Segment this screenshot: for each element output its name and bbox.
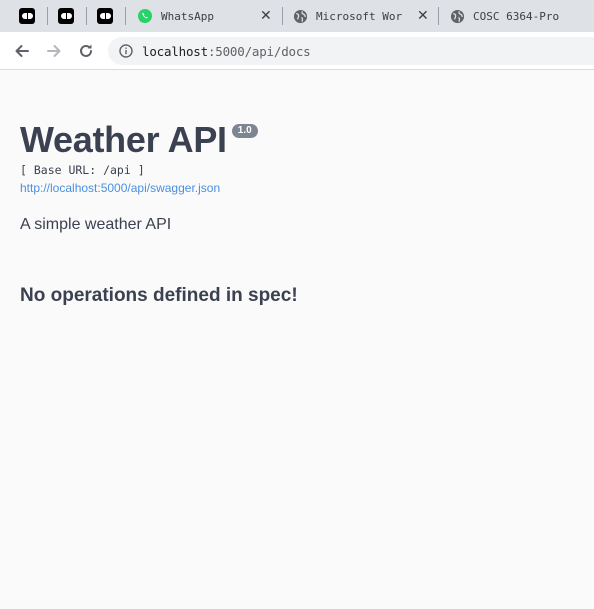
- swagger-json-link[interactable]: http://localhost:5000/api/swagger.json: [20, 181, 220, 195]
- media-pinned-icon: [97, 8, 113, 24]
- tab-strip: WhatsApp ✕ Microsoft Wor ✕ COSC 6364-Pro: [0, 0, 594, 32]
- tab-microsoft[interactable]: Microsoft Wor ✕: [293, 0, 433, 32]
- browser-toolbar: localhost:5000/api/docs: [0, 32, 594, 70]
- version-badge: 1.0: [231, 124, 258, 138]
- close-tab-icon[interactable]: ✕: [260, 8, 272, 24]
- back-button[interactable]: [11, 40, 33, 62]
- pinned-tab-3[interactable]: [97, 0, 113, 32]
- forward-button[interactable]: [43, 40, 65, 62]
- close-tab-icon[interactable]: ✕: [417, 8, 429, 24]
- tab-cosc[interactable]: COSC 6364-Pro: [450, 0, 594, 32]
- no-operations-message: No operations defined in spec!: [20, 285, 298, 306]
- tab-title: WhatsApp: [161, 9, 214, 23]
- arrow-left-icon: [15, 45, 29, 57]
- pinned-tab-2[interactable]: [58, 0, 74, 32]
- swagger-page: Weather API 1.0 [ Base URL: /api ] http:…: [0, 70, 594, 609]
- reload-icon: [80, 44, 92, 57]
- globe-icon: [450, 9, 465, 23]
- tab-whatsapp[interactable]: WhatsApp ✕: [137, 0, 277, 32]
- media-pinned-icon: [58, 8, 74, 24]
- arrow-right-icon: [47, 45, 61, 57]
- info-icon[interactable]: [119, 44, 133, 58]
- pinned-tab-1[interactable]: [19, 0, 35, 32]
- tab-title: COSC 6364-Pro: [473, 9, 560, 23]
- api-header: Weather API 1.0: [20, 120, 258, 160]
- reload-button[interactable]: [75, 40, 97, 62]
- globe-icon: [293, 9, 308, 23]
- media-pinned-icon: [19, 8, 35, 24]
- base-url: [ Base URL: /api ]: [20, 163, 145, 177]
- url-text: localhost:5000/api/docs: [142, 43, 311, 59]
- api-description: A simple weather API: [20, 216, 172, 233]
- whatsapp-icon: [138, 9, 152, 23]
- address-bar[interactable]: localhost:5000/api/docs: [108, 37, 594, 65]
- page-title: Weather API: [20, 119, 227, 160]
- tab-title: Microsoft Wor: [316, 9, 403, 23]
